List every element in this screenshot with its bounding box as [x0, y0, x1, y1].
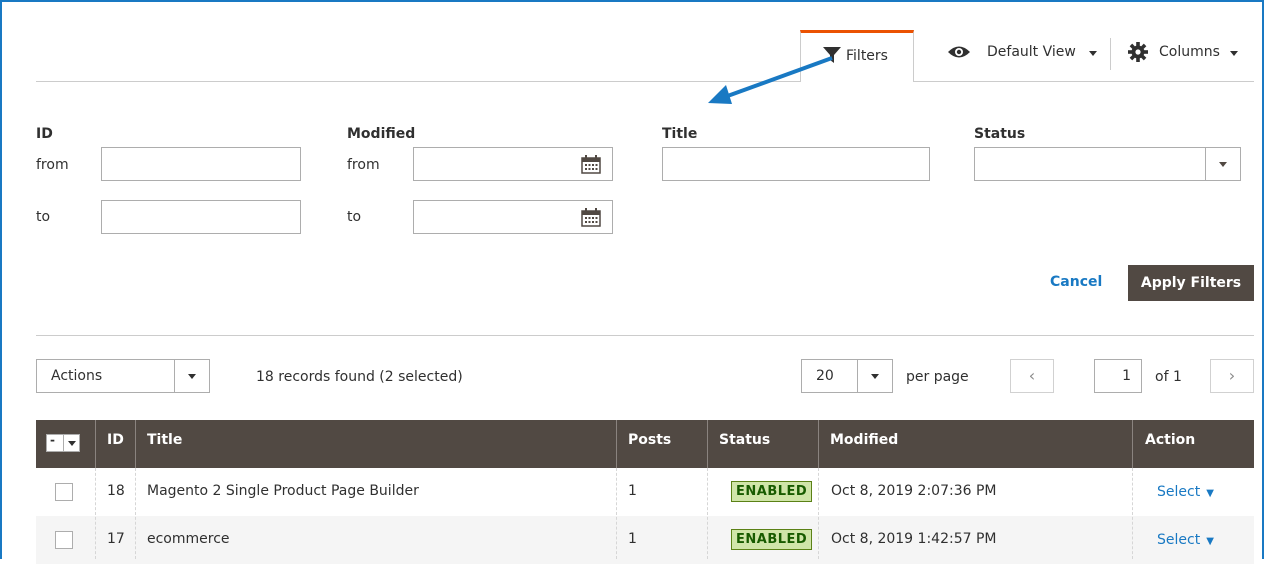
header-separator: [818, 420, 819, 468]
per-page-toggle[interactable]: [857, 360, 892, 392]
row-title: ecommerce: [147, 531, 230, 547]
previous-page-button[interactable]: ‹: [1010, 359, 1054, 393]
column-separator: [616, 468, 617, 559]
chevron-down-icon: [1219, 162, 1227, 167]
per-page-label: per page: [906, 369, 969, 385]
column-header-posts[interactable]: Posts: [628, 432, 671, 448]
row-checkbox[interactable]: [55, 531, 73, 549]
row-id: 18: [107, 483, 125, 499]
id-from-input[interactable]: [101, 147, 301, 181]
modified-filter-label: Modified: [347, 126, 416, 142]
column-header-title[interactable]: Title: [147, 432, 182, 448]
status-dropdown-toggle[interactable]: [1205, 148, 1240, 180]
column-separator: [707, 468, 708, 559]
toolbar-divider-right: [914, 81, 1254, 82]
header-separator: [95, 420, 96, 468]
column-separator: [1132, 468, 1133, 559]
column-separator: [135, 468, 136, 559]
row-title: Magento 2 Single Product Page Builder: [147, 483, 419, 499]
header-separator: [135, 420, 136, 468]
id-from-label: from: [36, 157, 69, 173]
status-badge: ENABLED: [731, 529, 813, 550]
column-separator: [818, 468, 819, 559]
row-id: 17: [107, 531, 125, 547]
annotation-arrow: [708, 56, 833, 104]
row-posts: 1: [628, 483, 637, 499]
chevron-right-icon: ›: [1228, 366, 1236, 385]
title-filter-label: Title: [662, 126, 698, 142]
calendar-icon[interactable]: [581, 155, 601, 178]
id-to-input[interactable]: [101, 200, 301, 234]
mass-actions-select[interactable]: Actions: [36, 359, 210, 393]
status-filter-select[interactable]: [974, 147, 1241, 181]
header-separator: [707, 420, 708, 468]
chevron-down-icon: [188, 374, 196, 379]
default-view-label: Default View: [987, 44, 1076, 60]
page-number-input[interactable]: 1: [1094, 359, 1142, 393]
chevron-down-icon: [1230, 51, 1238, 56]
column-header-id[interactable]: ID: [107, 432, 124, 448]
id-to-label: to: [36, 209, 51, 225]
column-separator: [95, 468, 96, 559]
title-filter-input[interactable]: [662, 147, 930, 181]
row-posts: 1: [628, 531, 637, 547]
header-separator: [1132, 420, 1133, 468]
status-filter-label: Status: [974, 126, 1026, 142]
filters-divider: [36, 335, 1254, 336]
column-header-action: Action: [1145, 432, 1196, 448]
page-total: of 1: [1155, 369, 1182, 385]
eye-icon: [947, 44, 971, 64]
cancel-button[interactable]: Cancel: [1050, 274, 1102, 290]
id-filter-label: ID: [36, 126, 53, 142]
column-header-modified[interactable]: Modified: [830, 432, 898, 448]
next-page-button[interactable]: ›: [1210, 359, 1254, 393]
modified-to-input[interactable]: [413, 200, 613, 234]
mass-actions-label: Actions: [51, 368, 103, 384]
mass-actions-toggle[interactable]: [174, 360, 209, 392]
per-page-value: 20: [816, 368, 834, 384]
calendar-icon[interactable]: [581, 208, 601, 231]
per-page-select[interactable]: 20: [801, 359, 893, 393]
chevron-down-icon: [871, 374, 879, 379]
caret-down-icon: ▼: [1206, 536, 1214, 547]
toolbar-divider-left: [36, 81, 800, 82]
modified-to-label: to: [347, 209, 362, 225]
row-modified: Oct 8, 2019 1:42:57 PM: [831, 531, 997, 547]
mass-select-divider: [63, 435, 64, 451]
mass-select-label: -: [50, 433, 55, 447]
chevron-left-icon: ‹: [1028, 366, 1036, 385]
row-action-label: Select: [1157, 532, 1201, 548]
row-action-select[interactable]: Select ▼: [1157, 484, 1214, 500]
apply-filters-button[interactable]: Apply Filters: [1128, 265, 1254, 301]
row-checkbox[interactable]: [55, 483, 73, 501]
chevron-down-icon: [1089, 51, 1097, 56]
row-action-label: Select: [1157, 484, 1201, 500]
modified-from-label: from: [347, 157, 380, 173]
mass-select-control[interactable]: -: [46, 433, 80, 452]
filters-tab-label: Filters: [846, 48, 888, 64]
status-badge: ENABLED: [731, 481, 813, 502]
column-header-status[interactable]: Status: [719, 432, 770, 448]
modified-from-input[interactable]: [413, 147, 613, 181]
records-count: 18 records found (2 selected): [256, 369, 463, 385]
header-separator: [616, 420, 617, 468]
caret-down-icon: ▼: [1206, 488, 1214, 499]
columns-label: Columns: [1159, 44, 1220, 60]
chevron-down-icon: [68, 441, 76, 446]
row-modified: Oct 8, 2019 2:07:36 PM: [831, 483, 997, 499]
gear-icon: [1128, 42, 1148, 66]
toolbar-separator: [1110, 38, 1111, 70]
row-action-select[interactable]: Select ▼: [1157, 532, 1214, 548]
